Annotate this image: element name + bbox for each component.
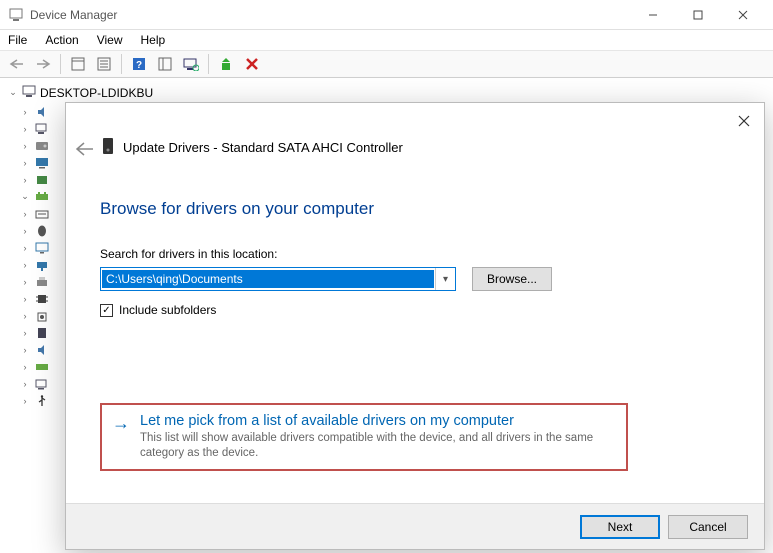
include-subfolders-label: Include subfolders bbox=[119, 303, 216, 317]
dialog-close-button[interactable] bbox=[732, 109, 756, 133]
computer-icon bbox=[34, 122, 50, 136]
minimize-button[interactable] bbox=[630, 0, 675, 30]
action-center-button[interactable] bbox=[154, 53, 176, 75]
processor-icon bbox=[34, 292, 50, 306]
svg-text:?: ? bbox=[136, 60, 142, 71]
software-device-icon bbox=[34, 326, 50, 340]
tree-root[interactable]: ⌄ DESKTOP-LDIDKBU bbox=[2, 82, 178, 103]
disk-icon bbox=[34, 139, 50, 153]
system-device-icon bbox=[34, 377, 50, 391]
separator bbox=[60, 54, 61, 74]
option-description: This list will show available drivers co… bbox=[140, 431, 616, 461]
app-icon bbox=[8, 7, 24, 23]
update-drivers-dialog: Update Drivers - Standard SATA AHCI Cont… bbox=[65, 102, 765, 550]
uninstall-button[interactable] bbox=[241, 53, 263, 75]
forward-button[interactable] bbox=[32, 53, 54, 75]
security-device-icon bbox=[34, 309, 50, 323]
keyboard-icon bbox=[34, 207, 50, 221]
properties-button[interactable] bbox=[93, 53, 115, 75]
show-hide-console-tree-button[interactable] bbox=[67, 53, 89, 75]
chevron-down-icon[interactable]: ▾ bbox=[435, 268, 455, 290]
help-button[interactable]: ? bbox=[128, 53, 150, 75]
computer-icon bbox=[22, 84, 36, 101]
ide-controller-icon bbox=[34, 190, 50, 204]
monitor-icon bbox=[34, 241, 50, 255]
next-button[interactable]: Next bbox=[580, 515, 660, 539]
update-driver-button[interactable] bbox=[215, 53, 237, 75]
drive-icon bbox=[101, 137, 115, 158]
search-location-label: Search for drivers in this location: bbox=[100, 247, 730, 261]
include-subfolders-checkbox[interactable]: ✓ Include subfolders bbox=[100, 303, 730, 317]
separator bbox=[121, 54, 122, 74]
menu-help[interactable]: Help bbox=[141, 33, 166, 47]
print-queue-icon bbox=[34, 275, 50, 289]
back-button[interactable] bbox=[6, 53, 28, 75]
maximize-button[interactable] bbox=[675, 0, 720, 30]
usb-controller-icon bbox=[34, 394, 50, 408]
window-title: Device Manager bbox=[30, 8, 117, 22]
separator bbox=[208, 54, 209, 74]
collapse-icon[interactable]: ⌄ bbox=[8, 87, 18, 98]
checkbox-checked-icon: ✓ bbox=[100, 304, 113, 317]
let-me-pick-option[interactable]: → Let me pick from a list of available d… bbox=[100, 403, 628, 471]
dialog-title: Update Drivers - Standard SATA AHCI Cont… bbox=[123, 140, 403, 155]
dialog-heading: Browse for drivers on your computer bbox=[100, 199, 730, 219]
menu-view[interactable]: View bbox=[97, 33, 123, 47]
firmware-icon bbox=[34, 173, 50, 187]
dialog-header: Update Drivers - Standard SATA AHCI Cont… bbox=[101, 137, 403, 158]
titlebar: Device Manager bbox=[0, 0, 773, 30]
display-icon bbox=[34, 156, 50, 170]
path-value: C:\Users\qing\Documents bbox=[102, 270, 434, 288]
scan-hardware-button[interactable] bbox=[180, 53, 202, 75]
menubar: File Action View Help bbox=[0, 30, 773, 50]
network-icon bbox=[34, 258, 50, 272]
menu-file[interactable]: File bbox=[8, 33, 27, 47]
storage-controller-icon bbox=[34, 360, 50, 374]
menu-action[interactable]: Action bbox=[45, 33, 78, 47]
audio-icon bbox=[34, 105, 50, 119]
path-combobox[interactable]: C:\Users\qing\Documents ▾ bbox=[100, 267, 456, 291]
option-title: Let me pick from a list of available dri… bbox=[140, 413, 616, 429]
sound-controller-icon bbox=[34, 343, 50, 357]
cancel-button[interactable]: Cancel bbox=[668, 515, 748, 539]
root-label: DESKTOP-LDIDKBU bbox=[40, 86, 153, 100]
close-button[interactable] bbox=[720, 0, 765, 30]
toolbar: ? bbox=[0, 50, 773, 78]
dialog-back-button[interactable] bbox=[74, 141, 94, 162]
arrow-right-icon: → bbox=[112, 413, 130, 461]
dialog-footer: Next Cancel bbox=[66, 503, 764, 549]
mouse-icon bbox=[34, 224, 50, 238]
browse-button[interactable]: Browse... bbox=[472, 267, 552, 291]
